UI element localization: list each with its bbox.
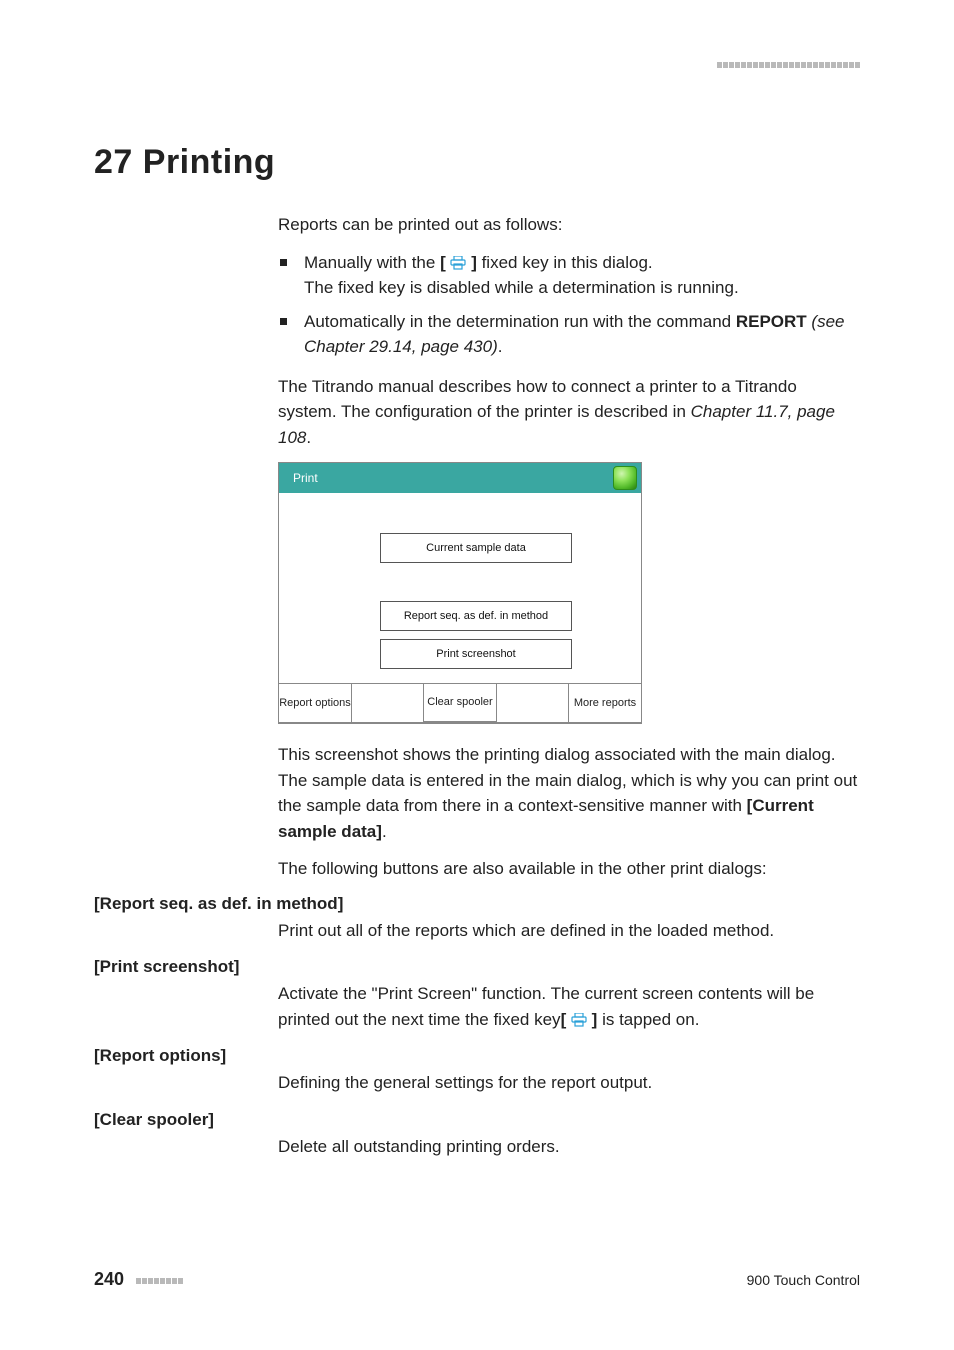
def-clear-spooler: [Clear spooler] Delete all outstanding p… (94, 1110, 860, 1160)
def-report-seq: [Report seq. as def. in method] Print ou… (94, 894, 860, 944)
page: 27 Printing Reports can be printed out a… (0, 0, 954, 1350)
def-term-report-options: [Report options] (94, 1046, 860, 1066)
para-following-buttons: The following buttons are also available… (278, 856, 860, 882)
para-screenshot-desc: This screenshot shows the printing dialo… (278, 742, 860, 844)
device-footer: Report options Clear spooler More report… (279, 683, 641, 722)
intro-paragraph: Reports can be printed out as follows: (278, 212, 860, 238)
def-desc-report-options: Defining the general settings for the re… (278, 1070, 860, 1096)
bullet1-line2: The fixed key is disabled while a determ… (304, 278, 739, 297)
printer-icon (450, 256, 466, 270)
report-options-button[interactable]: Report options (279, 684, 352, 722)
more-reports-label: More reports (574, 697, 636, 710)
footer-product: 900 Touch Control (747, 1272, 860, 1288)
device-title-text: Print (293, 469, 318, 487)
def-term-report-seq: [Report seq. as def. in method] (94, 894, 860, 914)
status-orb-icon (613, 466, 637, 490)
device-titlebar: Print (279, 463, 641, 493)
device-screenshot: Print Current sample data Report seq. as… (278, 462, 642, 724)
ps-desc-a: Activate the "Print Screen" function. Th… (278, 984, 814, 1029)
def-report-options: [Report options] Defining the general se… (94, 1046, 860, 1096)
printer-icon (571, 1013, 587, 1027)
report-seq-button[interactable]: Report seq. as def. in method (380, 601, 572, 631)
more-reports-button[interactable]: More reports (568, 684, 641, 722)
clear-spooler-button[interactable]: Clear spooler (423, 684, 497, 722)
body-column: Reports can be printed out as follows: M… (278, 212, 860, 882)
bullet-item-1: Manually with the [ ] fixed key in this … (278, 250, 860, 301)
bullet1-text-a: Manually with the (304, 253, 440, 272)
def-desc-clear-spooler: Delete all outstanding printing orders. (278, 1134, 860, 1160)
def-desc-print-screenshot: Activate the "Print Screen" function. Th… (278, 981, 860, 1032)
bullet1-text-b: fixed key in this dialog. (477, 253, 653, 272)
para-titrando: The Titrando manual describes how to con… (278, 374, 860, 451)
bullet-item-2: Automatically in the determination run w… (278, 309, 860, 360)
header-ornament (717, 62, 860, 68)
bullet2-text-a: Automatically in the determination run w… (304, 312, 736, 331)
ps-desc-b: is tapped on. (597, 1010, 699, 1029)
def-term-print-screenshot: [Print screenshot] (94, 957, 860, 977)
current-sample-data-button[interactable]: Current sample data (380, 533, 572, 563)
device-body: Current sample data Report seq. as def. … (279, 493, 641, 683)
para2-period: . (306, 428, 311, 447)
clear-spooler-label: Clear spooler (427, 696, 492, 709)
def-desc-report-seq: Print out all of the reports which are d… (278, 918, 860, 944)
para3-period: . (382, 822, 387, 841)
def-print-screenshot: [Print screenshot] Activate the "Print S… (94, 957, 860, 1032)
footer-left: 240 (94, 1269, 183, 1290)
def-term-clear-spooler: [Clear spooler] (94, 1110, 860, 1130)
bullet2-command: REPORT (736, 312, 807, 331)
chapter-title: 27 Printing (94, 143, 860, 182)
page-number: 240 (94, 1269, 124, 1289)
page-footer: 240 900 Touch Control (94, 1269, 860, 1290)
bullet-list: Manually with the [ ] fixed key in this … (278, 250, 860, 360)
footer-ornament (136, 1278, 183, 1284)
report-options-label: Report options (279, 697, 351, 710)
bullet2-period: . (498, 337, 503, 356)
print-screenshot-button[interactable]: Print screenshot (380, 639, 572, 669)
